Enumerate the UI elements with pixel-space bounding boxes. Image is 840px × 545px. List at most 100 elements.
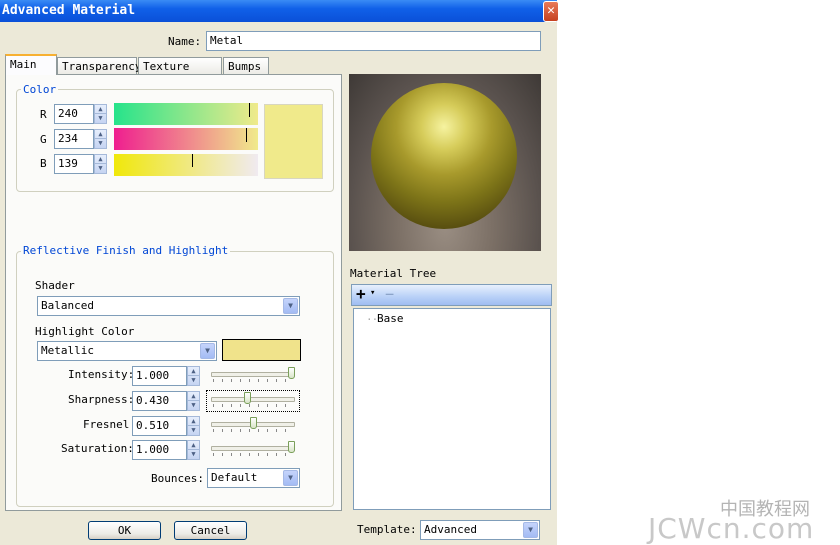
bounces-select[interactable]: Default ▼ [207,468,300,488]
slider-ticks [213,379,293,382]
saturation-input[interactable]: 1.000 [132,440,187,460]
color-swatch[interactable] [264,104,323,179]
material-tree-label: Material Tree [350,267,437,280]
fresnel-input[interactable]: 0.510 [132,416,187,436]
intensity-input[interactable]: 1.000 [132,366,187,386]
watermark-bottom: JCWcn.com [648,512,815,545]
chevron-down-icon[interactable]: ▼ [283,470,298,486]
spin-up-icon[interactable]: ▲ [188,417,199,426]
close-button[interactable]: ✕ [543,1,559,22]
chevron-down-icon[interactable]: ▼ [200,343,215,359]
remove-icon[interactable]: − [385,285,394,303]
g-slider-marker[interactable] [246,128,247,142]
spin-down-icon[interactable]: ▼ [188,426,199,435]
tab-main-label: Main [10,58,37,71]
shader-select[interactable]: Balanced ▼ [37,296,300,316]
r-slider-marker[interactable] [249,103,250,117]
sharpness-slider[interactable] [206,390,300,412]
shader-value: Balanced [41,299,94,312]
advanced-material-dialog: Advanced Material ✕ Name: Metal Main Tra… [0,0,559,545]
spin-down-icon[interactable]: ▼ [95,139,106,148]
intensity-label: Intensity: [68,368,135,381]
spin-up-icon[interactable]: ▲ [188,392,199,401]
b-input[interactable]: 139 [54,154,94,174]
tab-texture-maps[interactable]: Texture Maps [138,57,222,91]
watermark: 中国教程网 JCWcn.com [640,494,840,545]
reflective-group-label: Reflective Finish and Highlight [21,244,231,257]
saturation-slider[interactable] [207,440,299,460]
tab-bumps-label: Bumps [228,60,262,73]
bounces-label: Bounces: [151,472,204,485]
g-spinner[interactable]: ▲ ▼ [94,129,107,149]
slider-thumb[interactable] [288,441,295,453]
slider-track [211,372,295,377]
slider-ticks [213,453,293,456]
slider-ticks [213,404,293,407]
g-label: G [40,133,47,146]
add-dropdown-icon[interactable]: ▾ [370,288,375,298]
fresnel-slider[interactable] [207,416,299,436]
spin-up-icon[interactable]: ▲ [95,130,106,139]
r-gradient-slider[interactable] [114,103,258,125]
spin-down-icon[interactable]: ▼ [95,164,106,173]
highlight-color-label: Highlight Color [35,325,135,338]
intensity-spinner[interactable]: ▲ ▼ [187,366,200,386]
chevron-down-icon[interactable]: ▼ [523,522,538,538]
r-spinner[interactable]: ▲ ▼ [94,104,107,124]
add-icon[interactable]: + [356,284,366,303]
spin-up-icon[interactable]: ▲ [188,441,199,450]
fresnel-spinner[interactable]: ▲ ▼ [187,416,200,436]
sharpness-spinner[interactable]: ▲ ▼ [187,391,200,411]
material-tree[interactable]: ···· Base [353,308,551,510]
b-spinner[interactable]: ▲ ▼ [94,154,107,174]
title-bar[interactable]: Advanced Material ✕ [0,0,559,22]
b-slider-marker[interactable] [192,154,193,167]
material-tree-toolbar: + ▾ − [351,284,552,306]
name-input[interactable]: Metal [206,31,541,51]
tab-bumps[interactable]: Bumps [223,57,269,74]
sharpness-input[interactable]: 0.430 [132,391,187,411]
highlight-color-value: Metallic [41,344,94,357]
material-preview [349,74,541,251]
r-input[interactable]: 240 [54,104,94,124]
name-label: Name: [168,35,202,48]
g-gradient-slider[interactable] [114,128,258,150]
spin-up-icon[interactable]: ▲ [95,155,106,164]
ok-button[interactable]: OK [88,521,161,540]
slider-thumb[interactable] [250,417,258,429]
b-gradient-slider[interactable] [114,154,258,176]
color-group-label: Color [21,83,59,96]
tab-main[interactable]: Main [5,54,57,75]
spin-down-icon[interactable]: ▼ [188,401,199,410]
chevron-down-icon[interactable]: ▼ [283,298,298,314]
intensity-slider[interactable] [207,366,299,386]
sharpness-label: Sharpness: [68,393,135,406]
highlight-color-swatch[interactable] [222,339,301,361]
template-value: Advanced [424,523,477,536]
fresnel-label: Fresnel: [83,418,136,431]
slider-thumb[interactable] [288,367,295,379]
spin-down-icon[interactable]: ▼ [188,376,199,385]
r-label: R [40,108,47,121]
slider-ticks [213,429,293,432]
spin-up-icon[interactable]: ▲ [95,105,106,114]
close-icon: ✕ [547,3,555,18]
spin-down-icon[interactable]: ▼ [188,450,199,459]
highlight-color-select[interactable]: Metallic ▼ [37,341,217,361]
slider-thumb[interactable] [244,392,252,404]
template-select[interactable]: Advanced ▼ [420,520,540,540]
g-input[interactable]: 234 [54,129,94,149]
shader-label: Shader [35,279,75,292]
window-title: Advanced Material [2,3,136,18]
spin-up-icon[interactable]: ▲ [188,367,199,376]
slider-track [211,446,295,451]
tab-transparency[interactable]: Transparency [57,57,141,74]
cancel-button[interactable]: Cancel [174,521,247,540]
bounces-value: Default [211,471,258,484]
spin-down-icon[interactable]: ▼ [95,114,106,123]
template-label: Template: [357,523,417,536]
tree-item-base[interactable]: Base [377,312,404,325]
saturation-spinner[interactable]: ▲ ▼ [187,440,200,460]
preview-sphere [371,83,517,229]
saturation-label: Saturation: [61,442,134,455]
